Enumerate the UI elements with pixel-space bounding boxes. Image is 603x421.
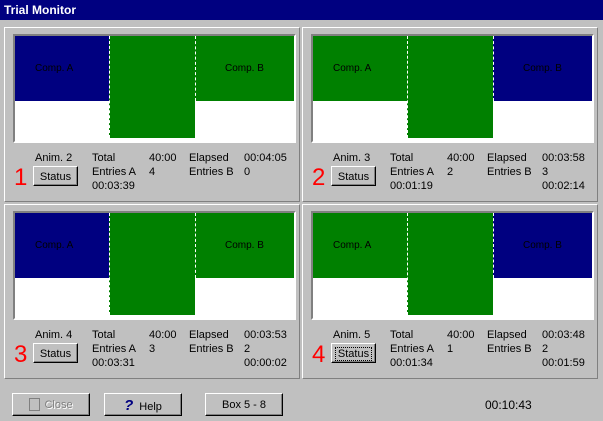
divider-left-3 (109, 213, 110, 315)
status-button-2[interactable]: Status (331, 166, 376, 186)
time-b-2: 00:02:14 (542, 180, 585, 192)
total-label-4: Total (390, 329, 414, 341)
box-5-8-button[interactable]: Box 5 - 8 (205, 393, 283, 416)
center-zone-2 (407, 36, 493, 138)
status-button-3[interactable]: Status (33, 343, 78, 363)
arena-view-3: Comp. A Comp. B (13, 211, 296, 320)
elapsed-label-2: Elapsed (487, 152, 527, 164)
entries-a-value-3: 3 (149, 343, 156, 355)
time-a-3: 00:03:31 (92, 357, 135, 369)
arena-view-1: Comp. A Comp. B (13, 34, 296, 143)
entries-b-label-1: Entries B (189, 166, 234, 178)
box-panel-1: Comp. A Comp. B Anim. 2 1 Status Total 4… (4, 27, 300, 202)
divider-left-4 (407, 213, 408, 315)
comp-a-label-1: Comp. A (35, 63, 74, 74)
divider-right-1 (195, 36, 196, 101)
box-number-3: 3 (14, 341, 28, 368)
total-value-1: 40:00 (149, 152, 177, 164)
divider-right-4 (493, 213, 494, 278)
entries-b-label-3: Entries B (189, 343, 234, 355)
door-icon (29, 397, 41, 411)
total-value-4: 40:00 (447, 329, 475, 341)
comp-a-label-3: Comp. A (35, 240, 74, 251)
comp-b-label-2: Comp. B (523, 63, 562, 74)
comp-b-label-3: Comp. B (225, 240, 264, 251)
entries-b-value-1: 0 (244, 166, 251, 178)
elapsed-value-3: 00:03:53 (244, 329, 287, 341)
box-number-2: 2 (312, 164, 326, 191)
animal-label-3: Anim. 4 (35, 329, 73, 341)
entries-b-label-2: Entries B (487, 166, 532, 178)
divider-left-2 (407, 36, 408, 138)
total-label-3: Total (92, 329, 116, 341)
animal-label-4: Anim. 5 (333, 329, 371, 341)
divider-right-3 (195, 213, 196, 278)
entries-a-value-2: 2 (447, 166, 454, 178)
center-zone-3 (109, 213, 195, 315)
entries-b-value-2: 3 (542, 166, 549, 178)
comp-a-label-4: Comp. A (333, 240, 372, 251)
entries-a-value-4: 1 (447, 343, 454, 355)
total-label-2: Total (390, 152, 414, 164)
arena-view-2: Comp. A Comp. B (311, 34, 594, 143)
entries-a-value-1: 4 (149, 166, 156, 178)
box-panel-3: Comp. A Comp. B Anim. 4 3 Status Total 4… (4, 204, 300, 379)
entries-b-value-4: 2 (542, 343, 549, 355)
box-number-1: 1 (14, 164, 28, 191)
entries-b-label-4: Entries B (487, 343, 532, 355)
box-panel-2: Comp. A Comp. B Anim. 3 2 Status Total 4… (302, 27, 598, 202)
time-b-4: 00:01:59 (542, 357, 585, 369)
close-button[interactable]: Close (12, 393, 90, 416)
divider-left-1 (109, 36, 110, 138)
time-a-2: 00:01:19 (390, 180, 433, 192)
elapsed-label-3: Elapsed (189, 329, 229, 341)
comp-b-label-1: Comp. B (225, 63, 264, 74)
entries-a-label-2: Entries A (390, 166, 435, 178)
center-zone-1 (109, 36, 195, 138)
question-mark-icon: ? (124, 397, 134, 414)
comp-b-label-4: Comp. B (523, 240, 562, 251)
divider-right-2 (493, 36, 494, 101)
animal-label-2: Anim. 3 (333, 152, 371, 164)
animal-label-1: Anim. 2 (35, 152, 73, 164)
box-panel-4: Comp. A Comp. B Anim. 5 4 Status Total 4… (302, 204, 598, 379)
time-a-1: 00:03:39 (92, 180, 135, 192)
entries-a-label-3: Entries A (92, 343, 137, 355)
total-label-1: Total (92, 152, 116, 164)
entries-a-label-4: Entries A (390, 343, 435, 355)
trial-monitor-window: Trial Monitor Comp. A Comp. B Anim. 2 1 … (0, 0, 603, 421)
total-value-3: 40:00 (149, 329, 177, 341)
entries-b-value-3: 2 (244, 343, 251, 355)
elapsed-label-1: Elapsed (189, 152, 229, 164)
elapsed-value-1: 00:04:05 (244, 152, 287, 164)
elapsed-label-4: Elapsed (487, 329, 527, 341)
total-value-2: 40:00 (447, 152, 475, 164)
elapsed-value-2: 00:03:58 (542, 152, 585, 164)
help-button[interactable]: ? Help (104, 393, 182, 416)
comp-a-label-2: Comp. A (333, 63, 372, 74)
time-a-4: 00:01:34 (390, 357, 433, 369)
elapsed-value-4: 00:03:48 (542, 329, 585, 341)
entries-a-label-1: Entries A (92, 166, 137, 178)
session-timer: 00:10:43 (485, 398, 532, 412)
title-bar: Trial Monitor (0, 0, 603, 20)
status-button-1[interactable]: Status (33, 166, 78, 186)
center-zone-4 (407, 213, 493, 315)
arena-view-4: Comp. A Comp. B (311, 211, 594, 320)
box-number-4: 4 (312, 341, 326, 368)
window-title: Trial Monitor (4, 3, 76, 17)
status-button-4[interactable]: Status (331, 343, 376, 363)
time-b-3: 00:00:02 (244, 357, 287, 369)
